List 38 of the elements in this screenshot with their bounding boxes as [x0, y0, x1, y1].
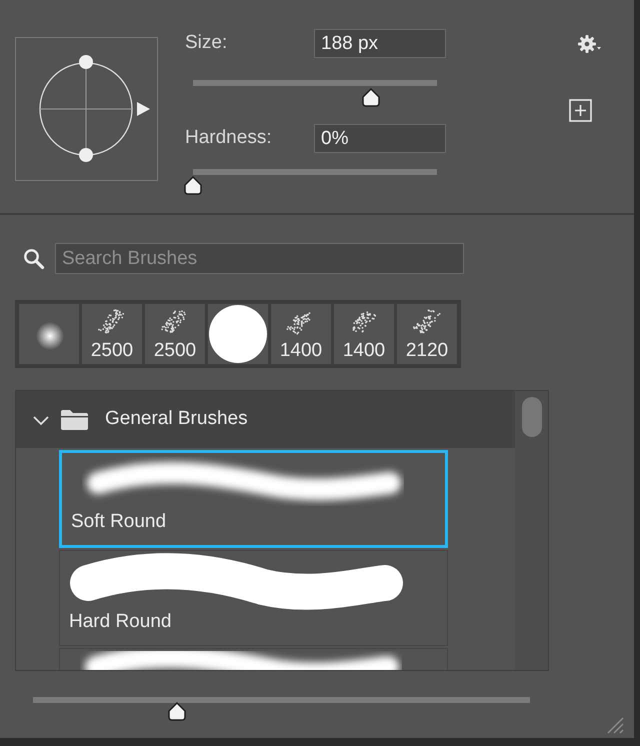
- group-name: General Brushes: [105, 407, 248, 432]
- brush-group-header[interactable]: General Brushes: [16, 391, 516, 448]
- search-field[interactable]: Search Brushes: [55, 243, 464, 274]
- resize-grip-icon[interactable]: [606, 716, 624, 734]
- brush-preset[interactable]: 2120: [397, 304, 457, 364]
- brush-size-label: 2120: [404, 340, 450, 362]
- brush-name: Soft Round: [71, 510, 166, 534]
- brush-tip-icon: [96, 308, 127, 335]
- size-slider-thumb[interactable]: [361, 87, 382, 107]
- brush-preset[interactable]: 2500: [82, 304, 142, 364]
- new-brush-icon[interactable]: [569, 99, 592, 122]
- brush-size-label: 1400: [278, 340, 324, 362]
- brush-angle-drawing[interactable]: [15, 37, 158, 181]
- hardness-label: Hardness:: [185, 126, 273, 150]
- hardness-field[interactable]: 0%: [314, 124, 446, 153]
- chevron-icon[interactable]: [32, 414, 50, 426]
- scrollbar-thumb[interactable]: [522, 397, 542, 437]
- settings-icon[interactable]: [578, 34, 602, 54]
- brush-preset[interactable]: 1400: [271, 304, 331, 364]
- brush-item[interactable]: Soft Round: [59, 450, 448, 548]
- brush-item[interactable]: Hard Round: [59, 550, 448, 646]
- brush-name: Hard Round: [69, 610, 172, 634]
- brush-preset[interactable]: 2500: [145, 304, 205, 364]
- preview-size-slider-thumb[interactable]: [167, 701, 188, 721]
- brush-tip-icon: [209, 305, 267, 363]
- brush-size-label: 1400: [342, 340, 386, 362]
- brush-size-label: 2500: [90, 340, 134, 362]
- brush-tip-icon: [36, 322, 64, 350]
- brush-preset[interactable]: 1400: [334, 304, 394, 364]
- search-icon: [23, 248, 45, 270]
- folder-icon: [60, 408, 89, 430]
- brush-size-label: 2500: [152, 340, 198, 362]
- brush-tip-icon: [411, 308, 442, 335]
- size-field[interactable]: 188 px: [314, 29, 446, 58]
- size-label: Size:: [185, 31, 228, 56]
- brush-preset[interactable]: [19, 304, 79, 364]
- hardness-slider-thumb[interactable]: [183, 175, 203, 195]
- brush-preset[interactable]: [208, 304, 268, 364]
